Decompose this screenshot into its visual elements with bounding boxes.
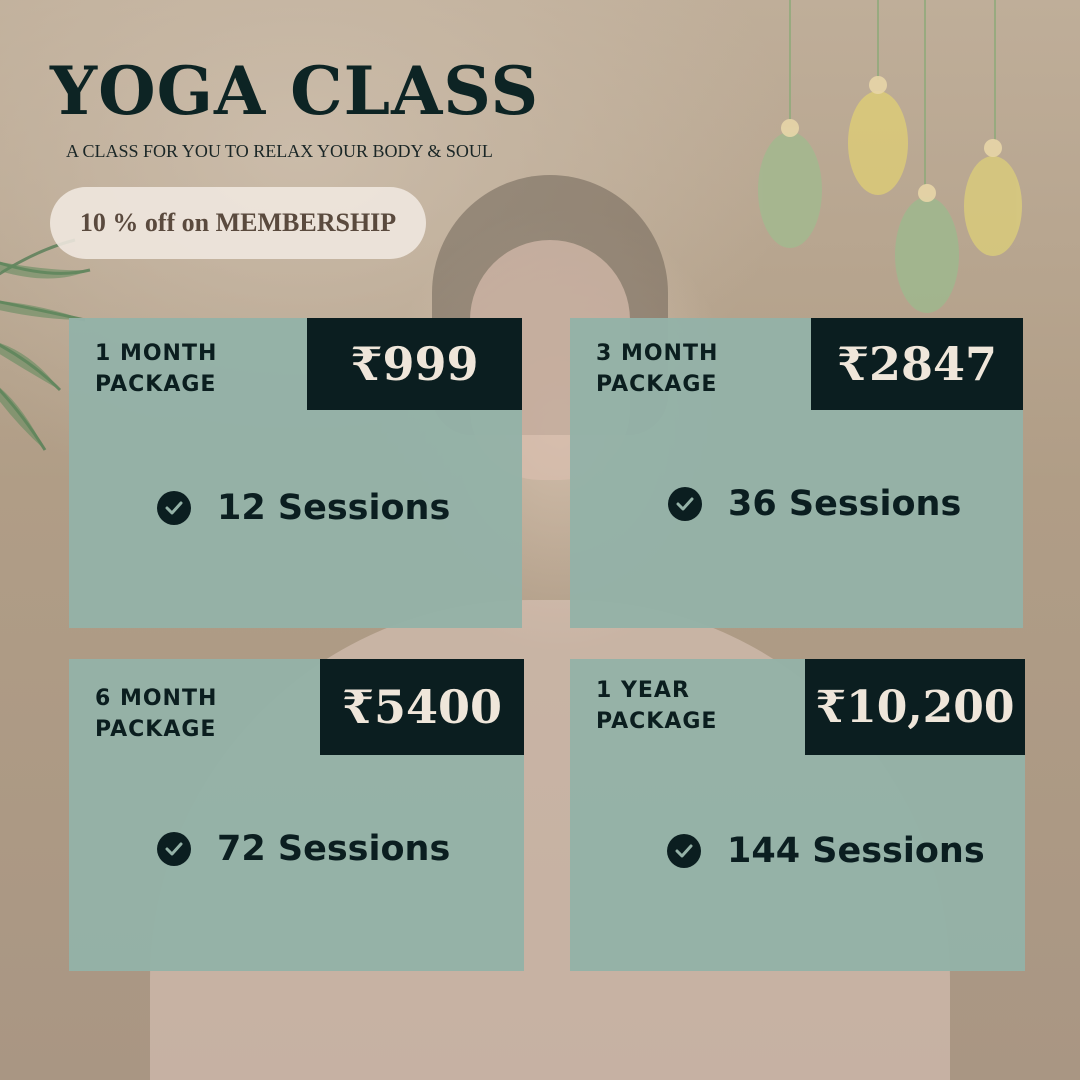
package-label: 1 MONTH PACKAGE [95, 338, 217, 400]
check-circle-icon [157, 491, 191, 525]
membership-discount-badge: 10 % off on MEMBERSHIP [50, 187, 426, 259]
sessions-count: 36 Sessions [728, 484, 962, 524]
package-duration: 1 YEAR [596, 678, 690, 703]
package-label: 3 MONTH PACKAGE [596, 338, 718, 400]
package-word: PACKAGE [95, 372, 217, 397]
package-card-6-month[interactable]: 6 MONTH PACKAGE ₹5400 72 Sessions [69, 659, 524, 971]
package-label: 1 YEAR PACKAGE [596, 675, 717, 737]
package-duration: 3 MONTH [596, 341, 719, 366]
package-duration: 6 MONTH [95, 686, 218, 711]
package-word: PACKAGE [596, 709, 718, 734]
package-word: PACKAGE [95, 717, 217, 742]
package-duration: 1 MONTH [95, 341, 218, 366]
package-price: ₹999 [307, 318, 522, 410]
package-price: ₹5400 [320, 659, 524, 755]
package-label: 6 MONTH PACKAGE [95, 683, 217, 745]
sessions-count: 144 Sessions [727, 831, 985, 871]
package-card-3-month[interactable]: 3 MONTH PACKAGE ₹2847 36 Sessions [570, 318, 1023, 628]
page-title: YOGA CLASS [50, 52, 540, 130]
package-price: ₹10,200 [805, 659, 1025, 755]
package-word: PACKAGE [596, 372, 718, 397]
package-card-1-year[interactable]: 1 YEAR PACKAGE ₹10,200 144 Sessions [570, 659, 1025, 971]
sessions-count: 12 Sessions [217, 488, 451, 528]
check-circle-icon [157, 832, 191, 866]
sessions-row: 144 Sessions [667, 831, 985, 871]
sessions-row: 72 Sessions [157, 829, 450, 869]
package-price: ₹2847 [811, 318, 1023, 410]
sessions-count: 72 Sessions [217, 829, 451, 869]
package-card-1-month[interactable]: 1 MONTH PACKAGE ₹999 12 Sessions [69, 318, 522, 628]
sessions-row: 36 Sessions [668, 484, 961, 524]
check-circle-icon [668, 487, 702, 521]
hanging-leaf-icon [758, 0, 1022, 313]
badge-text: 10 % off on MEMBERSHIP [79, 208, 397, 237]
check-circle-icon [667, 834, 701, 868]
subtitle: A CLASS FOR YOU TO RELAX YOUR BODY & SOU… [66, 141, 493, 161]
sessions-row: 12 Sessions [157, 488, 450, 528]
